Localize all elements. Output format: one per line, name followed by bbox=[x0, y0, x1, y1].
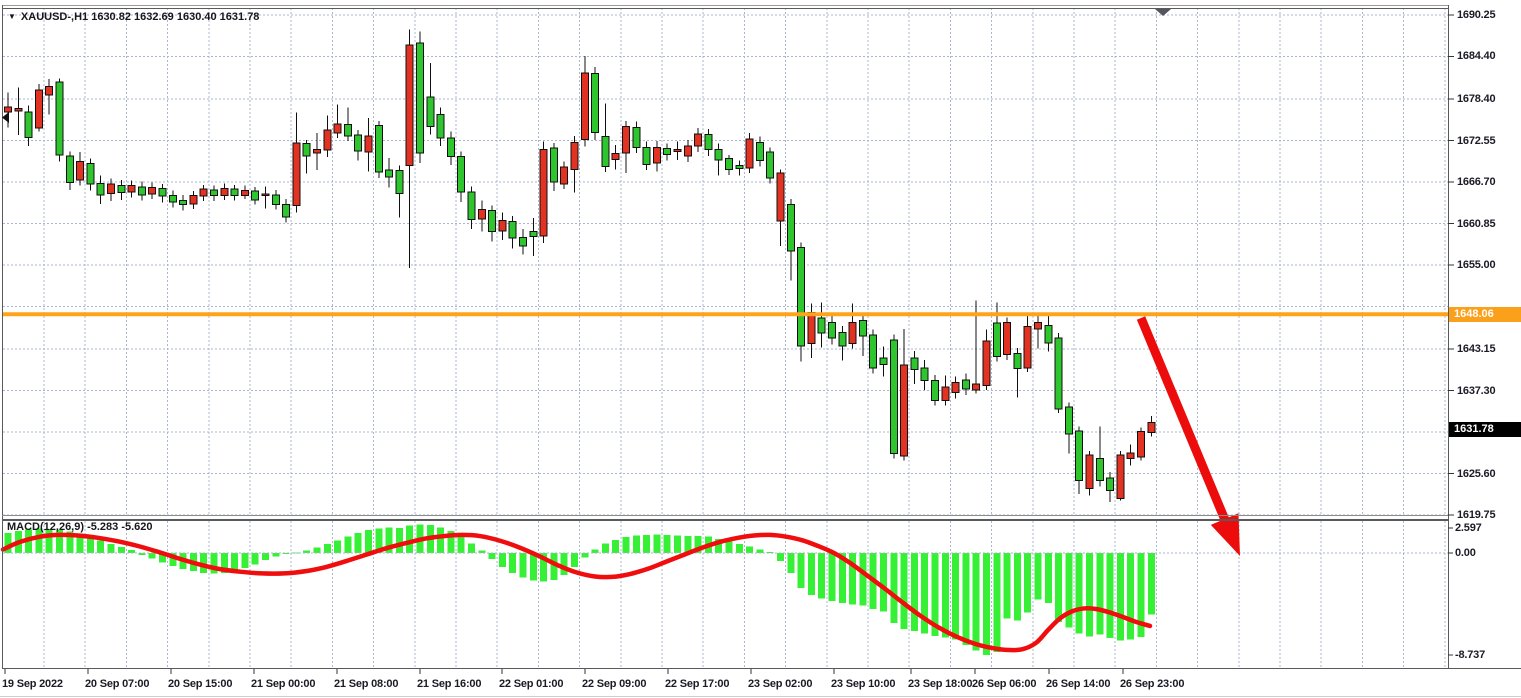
price-tick-label: 1684.40 bbox=[1457, 49, 1495, 63]
current-price-tag: 1631.78 bbox=[1449, 422, 1521, 437]
time-tick-label: 20 Sep 07:00 bbox=[85, 677, 149, 691]
macd-indicator-label: MACD(12,26,9) -5.283 -5.620 bbox=[7, 521, 153, 533]
time-tick-label: 23 Sep 18:00 bbox=[908, 677, 972, 691]
price-tick-label: 1690.25 bbox=[1457, 8, 1495, 22]
chart-title-text: XAUUSD-,H1 1630.82 1632.69 1630.40 1631.… bbox=[21, 11, 260, 23]
time-tick-label: 26 Sep 14:00 bbox=[1046, 677, 1110, 691]
price-tick-label: 1619.75 bbox=[1457, 508, 1495, 522]
price-tick-label: 1655.00 bbox=[1457, 258, 1495, 272]
time-tick-label: 21 Sep 00:00 bbox=[251, 677, 315, 691]
price-tick-label: 1637.30 bbox=[1457, 384, 1495, 398]
macd-scale-max: 2.597 bbox=[1455, 521, 1482, 535]
time-tick-label: 20 Sep 15:00 bbox=[168, 677, 232, 691]
panel-borders bbox=[0, 5, 1521, 697]
price-tick-label: 1660.85 bbox=[1457, 217, 1495, 231]
time-tick-label: 23 Sep 02:00 bbox=[748, 677, 812, 691]
time-tick-label: 19 Sep 2022 bbox=[2, 677, 63, 691]
macd-scale-zero: 0.00 bbox=[1455, 546, 1476, 560]
hline-price-tag: 1648.06 bbox=[1449, 307, 1521, 322]
price-tick-label: 1666.70 bbox=[1457, 175, 1495, 189]
time-tick-label: 22 Sep 09:00 bbox=[582, 677, 646, 691]
trading-app-window: { "title": {"text": "XAUUSD-,H1 1630.82 … bbox=[0, 0, 1521, 698]
time-tick-label: 21 Sep 16:00 bbox=[417, 677, 481, 691]
price-grid bbox=[3, 15, 1448, 515]
left-edge-marker-icon bbox=[2, 112, 9, 123]
time-grid bbox=[44, 8, 1445, 668]
time-tick-label: 22 Sep 17:00 bbox=[665, 677, 729, 691]
symbol-dropdown-icon[interactable]: ▼ bbox=[8, 12, 16, 21]
time-tick-label: 26 Sep 23:00 bbox=[1120, 677, 1184, 691]
macd-scale-min: -8.737 bbox=[1455, 648, 1485, 662]
price-tick-label: 1678.40 bbox=[1457, 92, 1495, 106]
price-tick-label: 1643.15 bbox=[1457, 342, 1495, 356]
axis-ticks bbox=[5, 15, 1454, 674]
chart-title: ▼ XAUUSD-,H1 1630.82 1632.69 1630.40 1631… bbox=[8, 11, 259, 23]
chart-canvas[interactable] bbox=[0, 0, 1521, 698]
time-tick-label: 23 Sep 10:00 bbox=[831, 677, 895, 691]
time-tick-label: 26 Sep 06:00 bbox=[972, 677, 1036, 691]
time-tick-label: 22 Sep 01:00 bbox=[499, 677, 563, 691]
time-tick-label: 21 Sep 08:00 bbox=[334, 677, 398, 691]
price-tick-label: 1625.60 bbox=[1457, 467, 1495, 481]
price-tick-label: 1672.55 bbox=[1457, 134, 1495, 148]
